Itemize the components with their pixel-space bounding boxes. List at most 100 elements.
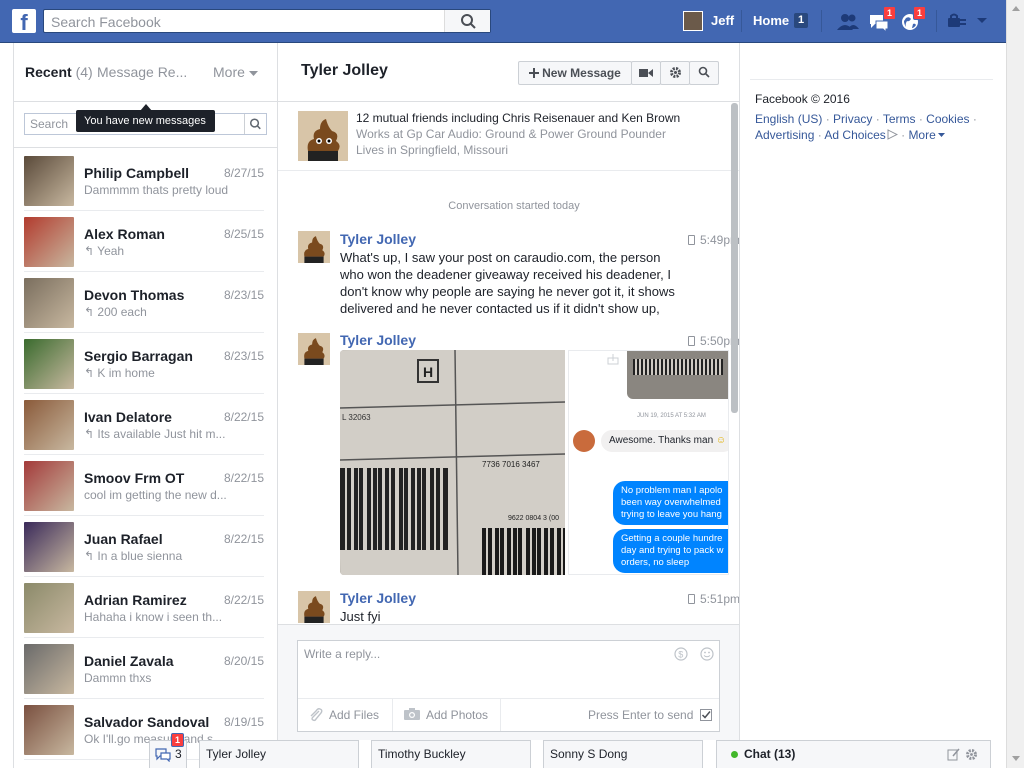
new-message-button[interactable]: New Message	[518, 61, 632, 85]
chat-sidebar-tab[interactable]: Chat (13)	[716, 740, 991, 768]
composer-box: Write a reply... $ Add Files Add Photos …	[297, 640, 720, 732]
message-sender-name[interactable]: Tyler Jolley	[340, 231, 416, 247]
conversation-avatar	[24, 461, 74, 511]
scroll-down-arrow-icon[interactable]	[1011, 755, 1021, 763]
footer-link-english[interactable]: English (US)	[755, 112, 822, 126]
center-right-divider	[739, 43, 740, 740]
footer-link-advertising[interactable]: Advertising	[755, 128, 814, 142]
conversation-search-icon[interactable]	[244, 114, 266, 134]
footer-link-more[interactable]: More	[908, 128, 935, 142]
conversation-avatar	[24, 400, 74, 450]
tab-more[interactable]: More	[213, 64, 258, 80]
new-message-label: New Message	[542, 66, 621, 80]
chat-tab-timothy-buckley[interactable]: Timothy Buckley	[371, 740, 531, 768]
conversation-item[interactable]: Juan Rafael 8/22/15 ↰ In a blue sienna	[24, 516, 264, 577]
share-icon	[607, 354, 619, 365]
caret-down-icon	[937, 133, 945, 137]
conversation-name: Philip Campbell	[84, 165, 190, 181]
conversation-item[interactable]: Alex Roman 8/25/15 ↰ Yeah	[24, 211, 264, 272]
conversation-snippet: Dammmm thats pretty loud	[84, 183, 229, 197]
friend-requests-icon[interactable]	[836, 12, 860, 32]
conversation-snippet: ↰ 200 each	[84, 305, 147, 319]
home-link[interactable]: Home	[753, 13, 789, 28]
conversation-name: Salvador Sandoval	[84, 714, 210, 730]
conversation-name: Adrian Ramirez	[84, 592, 187, 608]
tab-message-requests[interactable]: Message Re...	[97, 64, 187, 80]
mobile-icon	[688, 336, 695, 346]
online-status-dot	[731, 751, 738, 758]
conversation-item[interactable]: Daniel Zavala 8/20/15 Dammn thxs	[24, 638, 264, 699]
conversation-date: 8/23/15	[223, 288, 264, 302]
message-timestamp: 5:51pm	[688, 592, 740, 606]
add-files-button[interactable]: Add Files	[298, 699, 393, 731]
conversation-name: Smoov Frm OT	[84, 470, 185, 486]
screenshot-date: JUN 19, 2015 AT 5:32 AM	[637, 413, 706, 419]
header-divider	[278, 101, 739, 102]
mobile-icon	[688, 235, 695, 245]
checkbox-checked-icon[interactable]	[699, 709, 712, 721]
poop-emoji-avatar-icon	[298, 111, 348, 161]
message-list-scrollbar[interactable]	[731, 103, 738, 413]
conversation-item[interactable]: Philip Campbell 8/27/15 Dammmm thats prett…	[24, 150, 264, 211]
conversation-avatar	[24, 339, 74, 389]
ad-choices-icon	[887, 129, 898, 140]
conversation-date: 8/22/15	[223, 471, 264, 485]
settings-button[interactable]	[660, 61, 690, 85]
conversation-name: Ivan Delatore	[84, 409, 172, 425]
conversation-snippet: ↰ In a blue sienna	[84, 549, 183, 563]
chat-screenshot-photo[interactable]: JUN 19, 2015 AT 5:32 AM Awesome. Thanks …	[568, 350, 729, 575]
profile-divider	[278, 170, 739, 171]
conversation-item[interactable]: Ivan Delatore 8/22/15 ↰ Its available Just…	[24, 394, 264, 455]
message-avatar[interactable]	[298, 591, 330, 623]
privacy-shortcuts-icon[interactable]	[946, 13, 968, 29]
gear-icon	[669, 67, 681, 78]
message-sender-name[interactable]: Tyler Jolley	[340, 590, 416, 606]
conversation-item[interactable]: Adrian Ramirez 8/22/15 Hahaha i know i see…	[24, 577, 264, 638]
message-text: What's up, I saw your post on caraudio.c…	[340, 250, 675, 316]
message-avatar[interactable]	[298, 231, 330, 263]
tooltip-arrow	[140, 104, 152, 111]
footer-link-cookies[interactable]: Cookies	[926, 112, 969, 126]
message-sender-name[interactable]: Tyler Jolley	[340, 332, 416, 348]
conversation-item[interactable]: Sergio Barragan 8/23/15 ↰ K im home	[24, 333, 264, 394]
conversation-started-text: Conversation started today	[448, 200, 580, 212]
press-enter-toggle[interactable]: Press Enter to send	[588, 699, 712, 731]
search-input[interactable]: Search Facebook	[43, 9, 491, 33]
chat-tab-sonny-s-dong[interactable]: Sonny S Dong	[543, 740, 703, 768]
footer-link-privacy[interactable]: Privacy	[833, 112, 872, 126]
profile-name-link[interactable]: Jeff	[711, 13, 734, 28]
window-scrollbar[interactable]	[1006, 0, 1024, 768]
video-call-button[interactable]	[631, 61, 661, 85]
footer-link-terms[interactable]: Terms	[883, 112, 916, 126]
payment-dollar-icon[interactable]: $	[674, 647, 688, 661]
add-photos-button[interactable]: Add Photos	[393, 699, 501, 731]
conversation-avatar	[24, 278, 74, 328]
conversation-item[interactable]: Devon Thomas 8/23/15 ↰ 200 each	[24, 272, 264, 333]
conversation-item[interactable]: Smoov Frm OT 8/22/15 cool im getting the n…	[24, 455, 264, 516]
screenshot-sent-bubble: No problem man I apolo been way overwhel…	[613, 481, 728, 525]
message-avatar[interactable]	[298, 333, 330, 365]
chat-overflow-badge: 1	[171, 733, 185, 747]
search-button[interactable]	[444, 10, 490, 32]
search-icon	[698, 66, 710, 78]
conversation-date: 8/22/15	[223, 532, 264, 546]
chat-settings-gear-icon[interactable]	[965, 748, 978, 761]
conversation-date: 8/22/15	[223, 593, 264, 607]
reply-input[interactable]: Write a reply...	[304, 647, 380, 661]
shipping-label-photo[interactable]: H L 32063 7736 7016 3467 9622 0804 3 (00	[340, 350, 565, 575]
press-enter-label: Press Enter to send	[588, 708, 694, 722]
conversation-name: Daniel Zavala	[84, 653, 174, 669]
account-menu-chevron-icon[interactable]	[975, 17, 989, 25]
search-conversation-button[interactable]	[689, 61, 719, 85]
facebook-logo[interactable]: f	[12, 9, 36, 35]
profile-avatar[interactable]	[683, 11, 703, 31]
emoji-smiley-icon[interactable]	[700, 647, 714, 661]
notifications-badge: 1	[913, 6, 927, 20]
profile-card-avatar[interactable]	[298, 111, 348, 161]
chat-tab-tyler-jolley[interactable]: Tyler Jolley	[199, 740, 359, 768]
compose-edit-icon[interactable]	[947, 748, 960, 761]
footer-link-ad-choices[interactable]: Ad Choices	[824, 128, 885, 142]
tab-recent[interactable]: Recent (4)	[25, 64, 93, 80]
scroll-up-arrow-icon[interactable]	[1011, 4, 1021, 12]
search-divider	[14, 147, 277, 148]
